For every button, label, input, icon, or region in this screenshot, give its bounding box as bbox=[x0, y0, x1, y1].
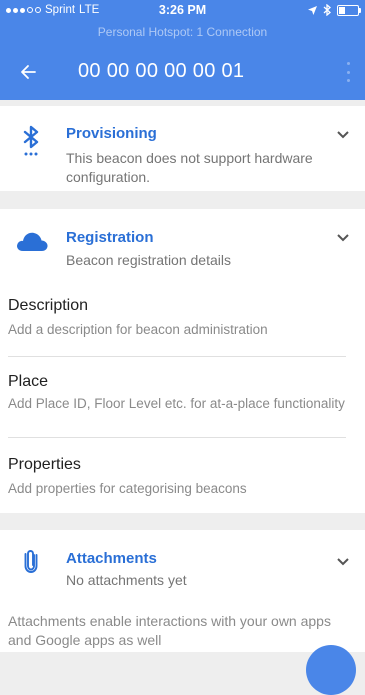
battery-icon bbox=[337, 4, 361, 16]
location-arrow-icon bbox=[308, 5, 317, 15]
hotspot-banner[interactable]: Personal Hotspot: 1 Connection bbox=[0, 25, 365, 39]
chevron-down-icon[interactable] bbox=[335, 230, 351, 246]
attachments-body: Attachments enable interactions with you… bbox=[8, 613, 331, 648]
provisioning-header[interactable]: Provisioning This beacon does not suppor… bbox=[0, 106, 365, 186]
back-button[interactable] bbox=[14, 58, 42, 86]
chevron-down-icon[interactable] bbox=[335, 127, 351, 143]
attachments-title: Attachments bbox=[66, 550, 157, 567]
properties-desc: Add properties for categorising beacons bbox=[8, 481, 247, 496]
bluetooth-searching-icon bbox=[20, 124, 44, 158]
description-title: Description bbox=[8, 297, 89, 314]
attachments-header[interactable]: Attachments No attachments yet bbox=[0, 530, 365, 610]
provisioning-title: Provisioning bbox=[66, 125, 157, 142]
page-title: 00 00 00 00 00 01 bbox=[78, 60, 245, 82]
place-title: Place bbox=[8, 373, 49, 390]
properties-title: Properties bbox=[8, 456, 81, 473]
attachments-card: Attachments No attachments yet Attachmen… bbox=[0, 530, 365, 652]
overflow-menu-icon[interactable] bbox=[345, 62, 351, 82]
registration-title: Registration bbox=[66, 229, 154, 246]
arrow-back-icon bbox=[21, 65, 36, 79]
status-bar: Sprint LTE 3:26 PM Personal Hotspot: 1 C… bbox=[0, 0, 365, 44]
app-bar: 00 00 00 00 00 01 bbox=[0, 44, 365, 100]
add-attachment-button[interactable] bbox=[306, 645, 356, 695]
description-desc: Add a description for beacon administrat… bbox=[8, 322, 268, 337]
registration-subtitle: Beacon registration details bbox=[66, 252, 231, 268]
provisioning-card: Provisioning This beacon does not suppor… bbox=[0, 106, 365, 191]
attachments-subtitle: No attachments yet bbox=[66, 572, 187, 588]
registration-header[interactable]: Registration Beacon registration details bbox=[0, 209, 365, 289]
cloud-icon bbox=[16, 229, 48, 253]
properties-section[interactable]: Properties Add properties for categorisi… bbox=[8, 456, 348, 498]
provisioning-subtitle: This beacon does not support hardware co… bbox=[66, 150, 313, 185]
registration-card: Registration Beacon registration details… bbox=[0, 209, 365, 513]
bluetooth-icon bbox=[323, 4, 331, 16]
divider bbox=[8, 437, 346, 438]
place-desc: Add Place ID, Floor Level etc. for at-a-… bbox=[8, 396, 345, 411]
description-section[interactable]: Description Add a description for beacon… bbox=[8, 297, 348, 339]
divider bbox=[8, 356, 346, 357]
chevron-down-icon[interactable] bbox=[335, 554, 351, 570]
attachment-icon bbox=[21, 547, 41, 575]
place-section[interactable]: Place Add Place ID, Floor Level etc. for… bbox=[8, 373, 348, 413]
